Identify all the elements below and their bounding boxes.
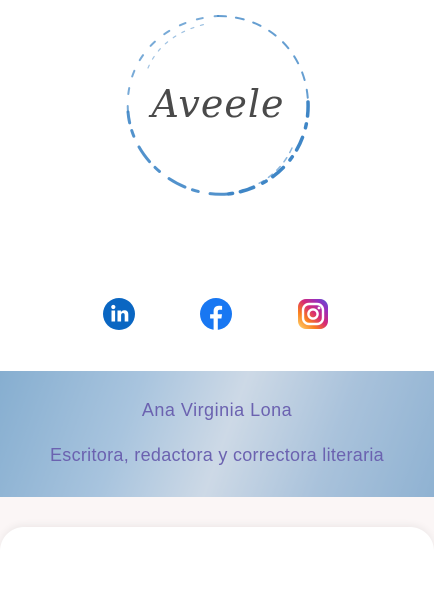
author-role: Escritora, redactora y correctora litera…	[49, 445, 384, 465]
profile-banner: Ana Virginia Lona Escritora, redactora y…	[0, 371, 434, 497]
brand-logo: Aveele	[118, 8, 318, 204]
linkedin-icon	[103, 298, 135, 330]
social-links	[0, 297, 434, 333]
logo-wordmark: Aveele	[151, 82, 285, 126]
instagram-icon	[298, 299, 328, 329]
linkedin-link[interactable]	[102, 297, 136, 331]
content-card	[0, 527, 434, 607]
facebook-icon	[200, 298, 232, 330]
instagram-link[interactable]	[296, 297, 330, 331]
facebook-link[interactable]	[199, 297, 233, 331]
author-name: Ana Virginia Lona	[141, 400, 293, 420]
